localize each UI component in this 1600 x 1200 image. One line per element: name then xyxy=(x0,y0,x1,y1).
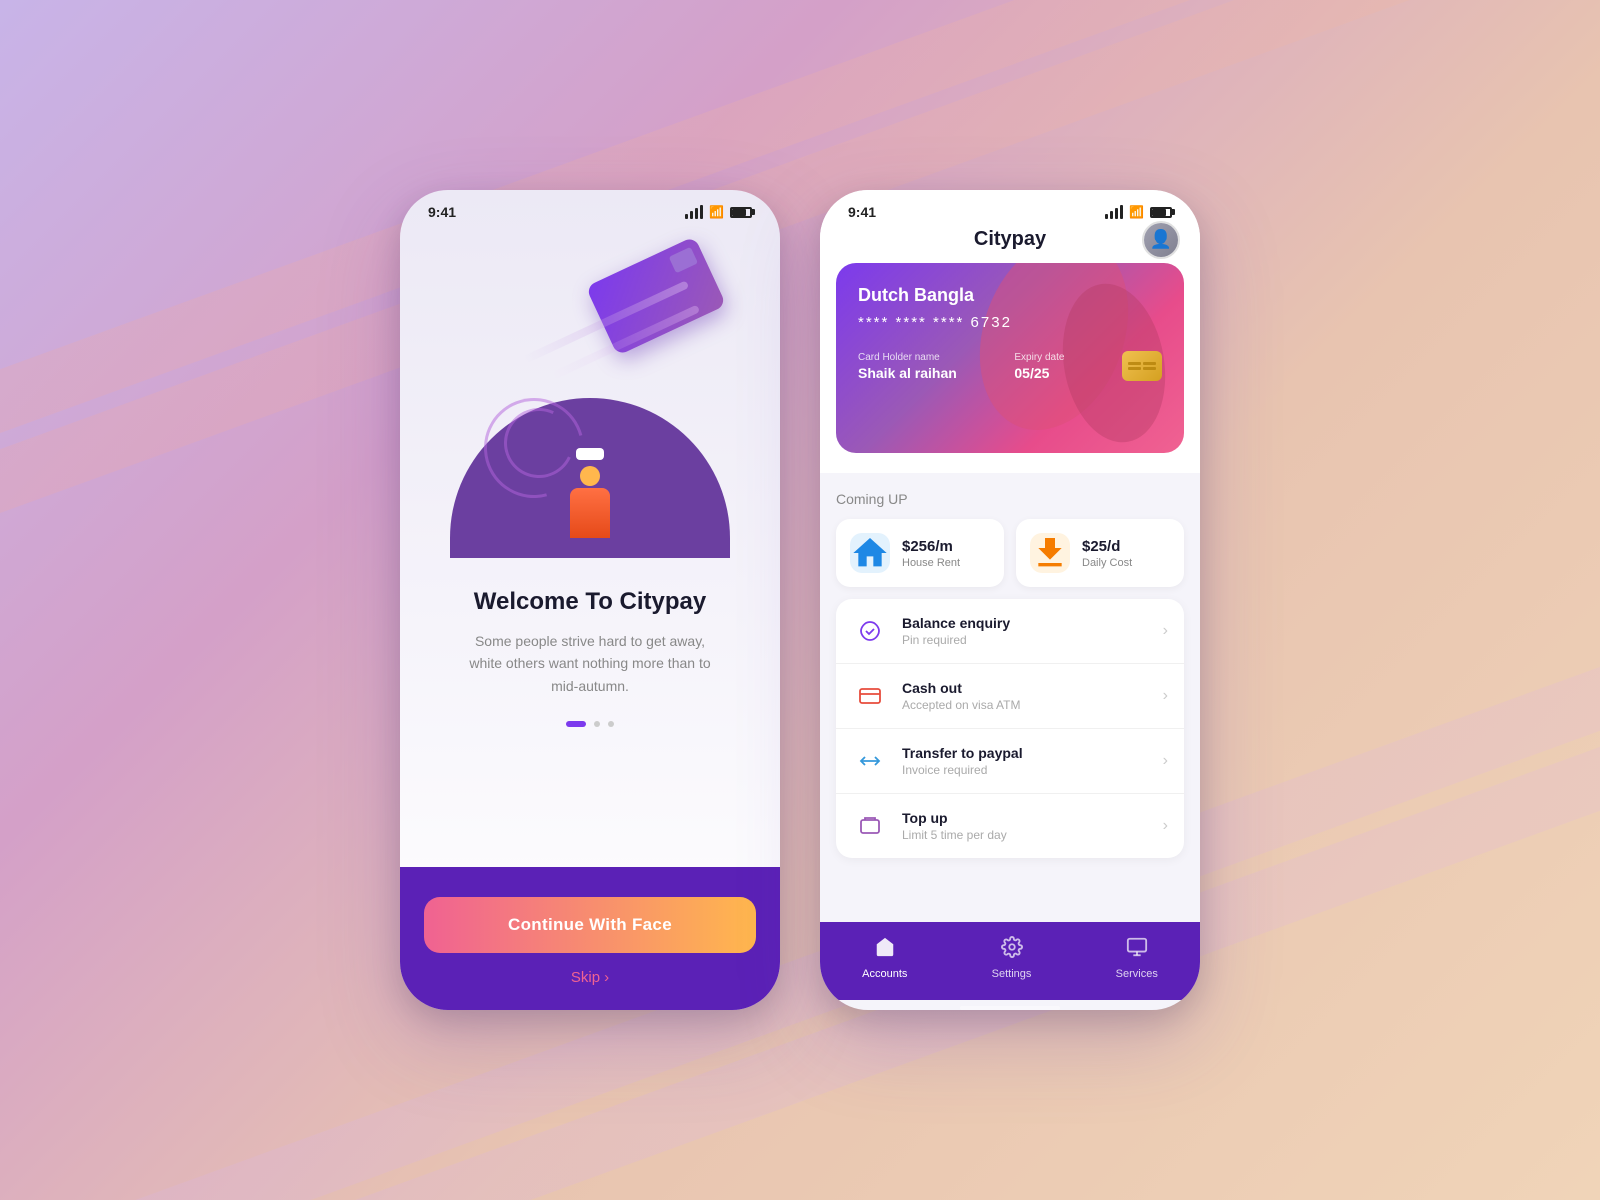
dashboard-header: Citypay 👤 xyxy=(820,228,1200,263)
signal-icon-2 xyxy=(1105,205,1123,219)
service-text-transfer: Transfer to paypal Invoice required xyxy=(902,745,1149,777)
card-holder-label: Card Holder name xyxy=(858,352,957,363)
skip-link[interactable]: Skip › xyxy=(571,969,609,986)
service-text-cashout: Cash out Accepted on visa ATM xyxy=(902,680,1149,712)
accounts-label: Accounts xyxy=(862,968,907,980)
person-illustration xyxy=(570,454,610,538)
battery-icon xyxy=(730,207,752,218)
nav-settings[interactable]: Settings xyxy=(992,936,1032,980)
coming-card-rent[interactable]: $256/m House Rent xyxy=(836,519,1004,587)
welcome-text-block: Welcome To Citypay Some people strive ha… xyxy=(460,588,720,697)
card-section: Dutch Bangla **** **** **** 6732 Card Ho… xyxy=(820,263,1200,473)
status-icons-dashboard: 📶 xyxy=(1105,205,1172,219)
coming-card-rent-text: $256/m House Rent xyxy=(902,538,960,569)
card-holder-name: Shaik al raihan xyxy=(858,365,957,381)
chevron-right-balance: › xyxy=(1163,622,1168,640)
phone-welcome: 9:41 📶 xyxy=(400,190,780,1010)
person-head xyxy=(580,466,600,486)
service-text-topup: Top up Limit 5 time per day xyxy=(902,810,1149,842)
service-name-cashout: Cash out xyxy=(902,680,1149,696)
coming-up-section: Coming UP $256/m House Rent xyxy=(820,473,1200,599)
service-name-balance: Balance enquiry xyxy=(902,615,1149,631)
wifi-icon: 📶 xyxy=(709,205,724,219)
daily-label: Daily Cost xyxy=(1082,557,1132,569)
transfer-icon xyxy=(852,743,888,779)
avatar-image: 👤 xyxy=(1144,223,1178,257)
service-item-topup[interactable]: Top up Limit 5 time per day › xyxy=(836,794,1184,858)
chevron-right-transfer: › xyxy=(1163,752,1168,770)
welcome-subtitle: Some people strive hard to get away, whi… xyxy=(460,630,720,697)
service-item-balance[interactable]: Balance enquiry Pin required › xyxy=(836,599,1184,664)
accounts-icon xyxy=(874,936,896,964)
coming-card-daily[interactable]: $25/d Daily Cost xyxy=(1016,519,1184,587)
person-body xyxy=(570,488,610,538)
balance-icon xyxy=(852,613,888,649)
bottom-navigation: Accounts Settings xyxy=(820,922,1200,1000)
continue-button[interactable]: Continue With Face xyxy=(424,897,756,953)
card-bank-name: Dutch Bangla xyxy=(858,285,1162,306)
services-label: Services xyxy=(1116,968,1158,980)
nav-accounts[interactable]: Accounts xyxy=(862,936,907,980)
status-bar-welcome: 9:41 📶 xyxy=(400,190,780,228)
card-number: **** **** **** 6732 xyxy=(858,314,1162,331)
services-icon xyxy=(1126,936,1148,964)
service-item-transfer[interactable]: Transfer to paypal Invoice required › xyxy=(836,729,1184,794)
card-expiry-label: Expiry date xyxy=(1014,352,1064,363)
status-bar-dashboard: 9:41 📶 xyxy=(820,190,1200,228)
topup-icon xyxy=(852,808,888,844)
welcome-content: Welcome To Citypay Some people strive ha… xyxy=(400,228,780,867)
battery-icon-2 xyxy=(1150,207,1172,218)
page-dots xyxy=(566,721,614,727)
download-icon xyxy=(1030,533,1070,573)
card-expiry-block: Expiry date 05/25 xyxy=(1014,352,1064,381)
coming-up-title: Coming UP xyxy=(836,491,1184,507)
user-avatar[interactable]: 👤 xyxy=(1142,221,1180,259)
signal-icon xyxy=(685,205,703,219)
services-list: Balance enquiry Pin required › Cash out xyxy=(836,599,1184,858)
nav-services[interactable]: Services xyxy=(1116,936,1158,980)
dot-active xyxy=(566,721,586,727)
service-text-balance: Balance enquiry Pin required xyxy=(902,615,1149,647)
service-sub-transfer: Invoice required xyxy=(902,763,1149,777)
service-sub-topup: Limit 5 time per day xyxy=(902,828,1149,842)
settings-icon xyxy=(1001,936,1023,964)
service-name-transfer: Transfer to paypal xyxy=(902,745,1149,761)
chip-icon xyxy=(1122,351,1162,381)
home-indicator xyxy=(960,1006,1060,1010)
settings-label: Settings xyxy=(992,968,1032,980)
card-expiry-value: 05/25 xyxy=(1014,365,1064,381)
bank-card[interactable]: Dutch Bangla **** **** **** 6732 Card Ho… xyxy=(836,263,1184,453)
app-title: Citypay xyxy=(974,228,1046,251)
home-icon xyxy=(850,533,890,573)
rent-label: House Rent xyxy=(902,557,960,569)
service-sub-cashout: Accepted on visa ATM xyxy=(902,698,1149,712)
dot-3 xyxy=(608,721,614,727)
card-bottom: Card Holder name Shaik al raihan Expiry … xyxy=(858,351,1162,381)
dot-2 xyxy=(594,721,600,727)
chevron-right-topup: › xyxy=(1163,817,1168,835)
coming-up-cards: $256/m House Rent $25/d Daily Cost xyxy=(836,519,1184,587)
phone-dashboard: 9:41 📶 Citypay 👤 xyxy=(820,190,1200,1010)
daily-amount: $25/d xyxy=(1082,538,1132,555)
status-time-dashboard: 9:41 xyxy=(848,204,876,220)
coming-card-daily-text: $25/d Daily Cost xyxy=(1082,538,1132,569)
service-item-cashout[interactable]: Cash out Accepted on visa ATM › xyxy=(836,664,1184,729)
service-name-topup: Top up xyxy=(902,810,1149,826)
person-hat xyxy=(576,448,604,460)
service-sub-balance: Pin required xyxy=(902,633,1149,647)
cashout-icon xyxy=(852,678,888,714)
rent-amount: $256/m xyxy=(902,538,960,555)
phones-container: 9:41 📶 xyxy=(400,190,1200,1010)
welcome-bottom: Continue With Face Skip › xyxy=(400,867,780,1010)
welcome-title: Welcome To Citypay xyxy=(460,588,720,616)
card-holder-block: Card Holder name Shaik al raihan xyxy=(858,352,957,381)
chevron-right-cashout: › xyxy=(1163,687,1168,705)
dashboard-scroll: Dutch Bangla **** **** **** 6732 Card Ho… xyxy=(820,263,1200,922)
welcome-illustration xyxy=(424,238,756,558)
wifi-icon-2: 📶 xyxy=(1129,205,1144,219)
status-icons-welcome: 📶 xyxy=(685,205,752,219)
status-time-welcome: 9:41 xyxy=(428,204,456,220)
